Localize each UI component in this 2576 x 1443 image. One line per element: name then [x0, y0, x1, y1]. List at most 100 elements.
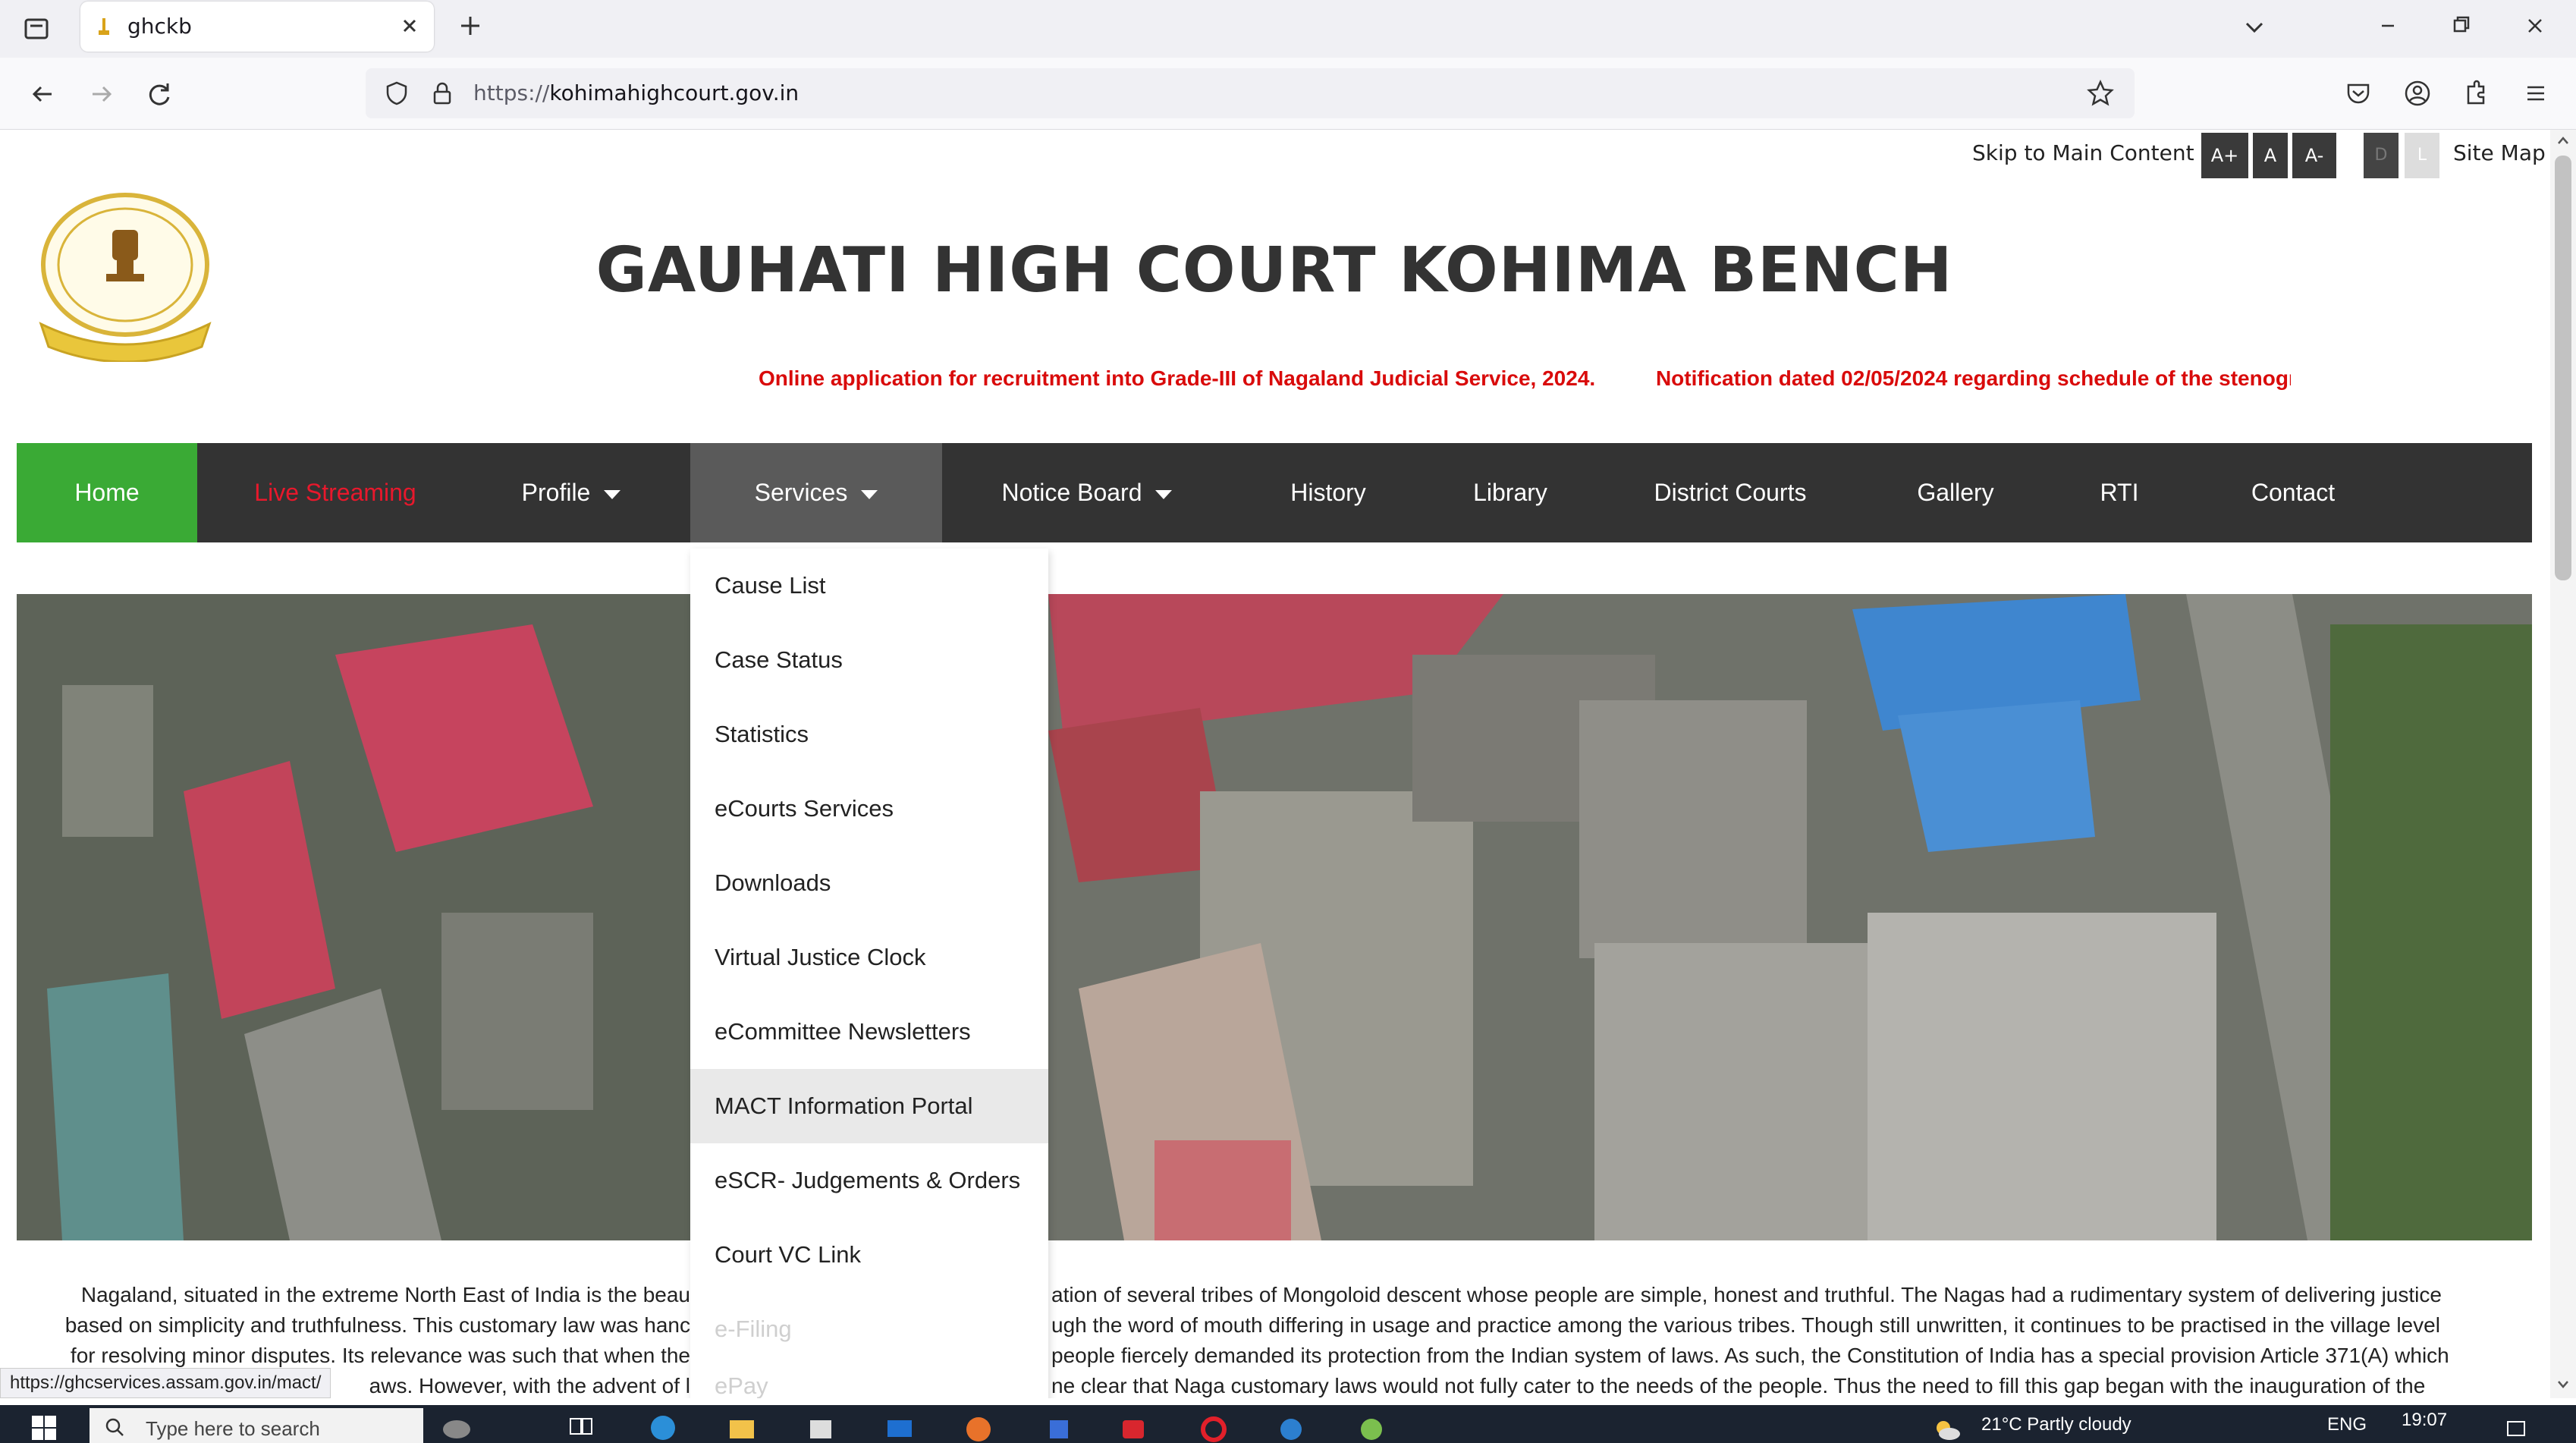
lock-icon[interactable]: [429, 80, 455, 106]
menu-item-district-courts[interactable]: District Courts: [1596, 443, 1864, 542]
intro-line: Nagaland, situated in the extreme North …: [80, 1283, 690, 1306]
dropdown-item-downloads[interactable]: Downloads: [690, 846, 1048, 920]
task-view-icon[interactable]: [564, 1411, 598, 1443]
intro-paragraph: Nagaland, situated in the extreme North …: [30, 1280, 2526, 1398]
reload-icon[interactable]: [141, 76, 177, 112]
app-icon[interactable]: [1042, 1411, 1076, 1443]
app-icon[interactable]: [1117, 1411, 1150, 1443]
url-text[interactable]: https://kohimahighcourt.gov.in: [473, 80, 799, 105]
news-marquee[interactable]: Online application for recruitment into …: [759, 366, 2291, 401]
caret-down-icon: [1155, 489, 1173, 499]
mail-icon[interactable]: [883, 1411, 916, 1443]
restore-icon[interactable]: [2442, 9, 2479, 42]
link-status-bar: https://ghcservices.assam.gov.in/mact/: [0, 1368, 331, 1398]
pocket-icon[interactable]: [2341, 76, 2376, 111]
chevron-down-icon[interactable]: [2238, 11, 2271, 44]
dropdown-item-virtual-justice-clock[interactable]: Virtual Justice Clock: [690, 920, 1048, 995]
dropdown-item-escr-judgements-orders[interactable]: eSCR- Judgements & Orders: [690, 1143, 1048, 1218]
browser-navigation-bar: https://kohimahighcourt.gov.in: [0, 58, 2576, 130]
new-tab-icon[interactable]: [454, 9, 487, 42]
dropdown-item-cause-list[interactable]: Cause List: [690, 549, 1048, 623]
language-indicator[interactable]: ENG: [2327, 1414, 2367, 1435]
window-close-icon[interactable]: [2517, 9, 2553, 42]
store-icon[interactable]: [804, 1411, 837, 1443]
forward-arrow-icon[interactable]: [83, 76, 120, 112]
scrollbar-thumb[interactable]: [2555, 156, 2571, 580]
marquee-item[interactable]: Notification dated 02/05/2024 regarding …: [1656, 366, 2291, 390]
taskbar-search-placeholder: Type here to search: [146, 1417, 320, 1440]
menu-hamburger-icon[interactable]: [2518, 76, 2553, 111]
menu-item-profile[interactable]: Profile: [473, 443, 669, 542]
menu-item-live-streaming[interactable]: Live Streaming: [197, 443, 473, 542]
taskbar-search-box[interactable]: Type here to search: [90, 1408, 423, 1443]
intro-right-column: ation of several tribes of Mongoloid des…: [1051, 1280, 2526, 1398]
back-arrow-icon[interactable]: [24, 76, 61, 112]
menu-item-rti[interactable]: RTI: [2047, 443, 2192, 542]
file-explorer-icon[interactable]: [725, 1411, 759, 1443]
dropdown-item-case-status[interactable]: Case Status: [690, 623, 1048, 697]
main-menu: Home Live Streaming Profile Services Not…: [17, 443, 2532, 542]
menu-item-home[interactable]: Home: [17, 443, 197, 542]
menu-item-history[interactable]: History: [1232, 443, 1425, 542]
dropdown-item-ecommittee-newsletters[interactable]: eCommittee Newsletters: [690, 995, 1048, 1069]
caret-down-icon: [604, 489, 621, 499]
dropdown-item-statistics[interactable]: Statistics: [690, 697, 1048, 772]
windows-taskbar: Type here to search 21°C Partly cloudy E…: [0, 1405, 2576, 1443]
intro-line: people fiercely demanded its protection …: [1051, 1344, 2449, 1367]
dropdown-item-ecourts-services[interactable]: eCourts Services: [690, 772, 1048, 846]
menu-item-label: Profile: [521, 479, 591, 506]
web-page: Skip to Main Content A+ A A- D L Site Ma…: [0, 130, 2576, 1398]
url-domain: kohimahighcourt.gov.in: [549, 80, 800, 105]
weather-text[interactable]: 21°C Partly cloudy: [1981, 1414, 2131, 1435]
notification-icon[interactable]: [2503, 1416, 2529, 1441]
windows-start-icon[interactable]: [29, 1413, 59, 1443]
menu-item-library[interactable]: Library: [1425, 443, 1596, 542]
menu-item-gallery[interactable]: Gallery: [1864, 443, 2047, 542]
edge-icon[interactable]: [646, 1411, 680, 1443]
intro-line: ation of several tribes of Mongoloid des…: [1051, 1283, 2442, 1306]
address-bar[interactable]: https://kohimahighcourt.gov.in: [366, 68, 2135, 118]
app-icon[interactable]: [1355, 1411, 1388, 1443]
caret-down-icon: [861, 489, 878, 499]
marquee-item[interactable]: Online application for recruitment into …: [759, 366, 1595, 390]
browser-tab-active[interactable]: ghckb: [80, 2, 434, 52]
dropdown-item-mact-information-portal[interactable]: MACT Information Portal: [690, 1069, 1048, 1143]
shield-icon[interactable]: [384, 80, 410, 106]
menu-item-notice-board[interactable]: Notice Board: [942, 443, 1232, 542]
tab-list-icon[interactable]: [20, 12, 53, 46]
extensions-icon[interactable]: [2459, 76, 2494, 111]
bookmark-star-icon[interactable]: [2086, 79, 2115, 108]
firefox-icon[interactable]: [962, 1411, 995, 1443]
opera-icon[interactable]: [1197, 1411, 1230, 1443]
menu-item-services[interactable]: Services: [690, 443, 942, 542]
clock-time[interactable]: 19:07: [2402, 1410, 2447, 1431]
page-scrollbar[interactable]: [2550, 130, 2576, 1398]
font-increase-button[interactable]: A+: [2201, 133, 2248, 178]
menu-item-contact[interactable]: Contact: [2192, 443, 2394, 542]
tab-favicon-icon: [94, 17, 114, 36]
tab-close-icon[interactable]: [396, 12, 423, 39]
font-normal-button[interactable]: A: [2253, 133, 2288, 178]
minimize-icon[interactable]: [2370, 9, 2406, 42]
url-scheme: https://: [473, 80, 550, 105]
site-title: GAUHATI HIGH COURT KOHIMA BENCH: [0, 234, 2549, 307]
aerial-town-banner-image: [17, 594, 2532, 1240]
scroll-down-arrow-icon[interactable]: [2555, 1375, 2571, 1392]
font-decrease-button[interactable]: A-: [2292, 133, 2336, 178]
site-map-link[interactable]: Site Map: [2453, 140, 2546, 165]
cortana-icon[interactable]: [440, 1411, 473, 1443]
intro-line: ugh the word of mouth differing in usage…: [1051, 1313, 2440, 1337]
search-icon: [103, 1416, 126, 1438]
app-icon[interactable]: [1274, 1411, 1308, 1443]
dark-theme-button[interactable]: D: [2364, 133, 2399, 178]
scroll-up-arrow-icon[interactable]: [2555, 133, 2571, 149]
intro-line: based on simplicity and truthfulness. Th…: [64, 1313, 690, 1337]
skip-to-main-content-link[interactable]: Skip to Main Content: [1972, 140, 2194, 165]
weather-icon[interactable]: [1930, 1411, 1963, 1443]
menu-item-label: Services: [754, 479, 848, 506]
light-theme-button[interactable]: L: [2405, 133, 2439, 178]
account-icon[interactable]: [2400, 76, 2435, 111]
browser-tab-bar: ghckb: [0, 0, 2576, 58]
menu-item-label: Notice Board: [1001, 479, 1142, 506]
services-dropdown: Cause List Case Status Statistics eCourt…: [690, 549, 1048, 1398]
